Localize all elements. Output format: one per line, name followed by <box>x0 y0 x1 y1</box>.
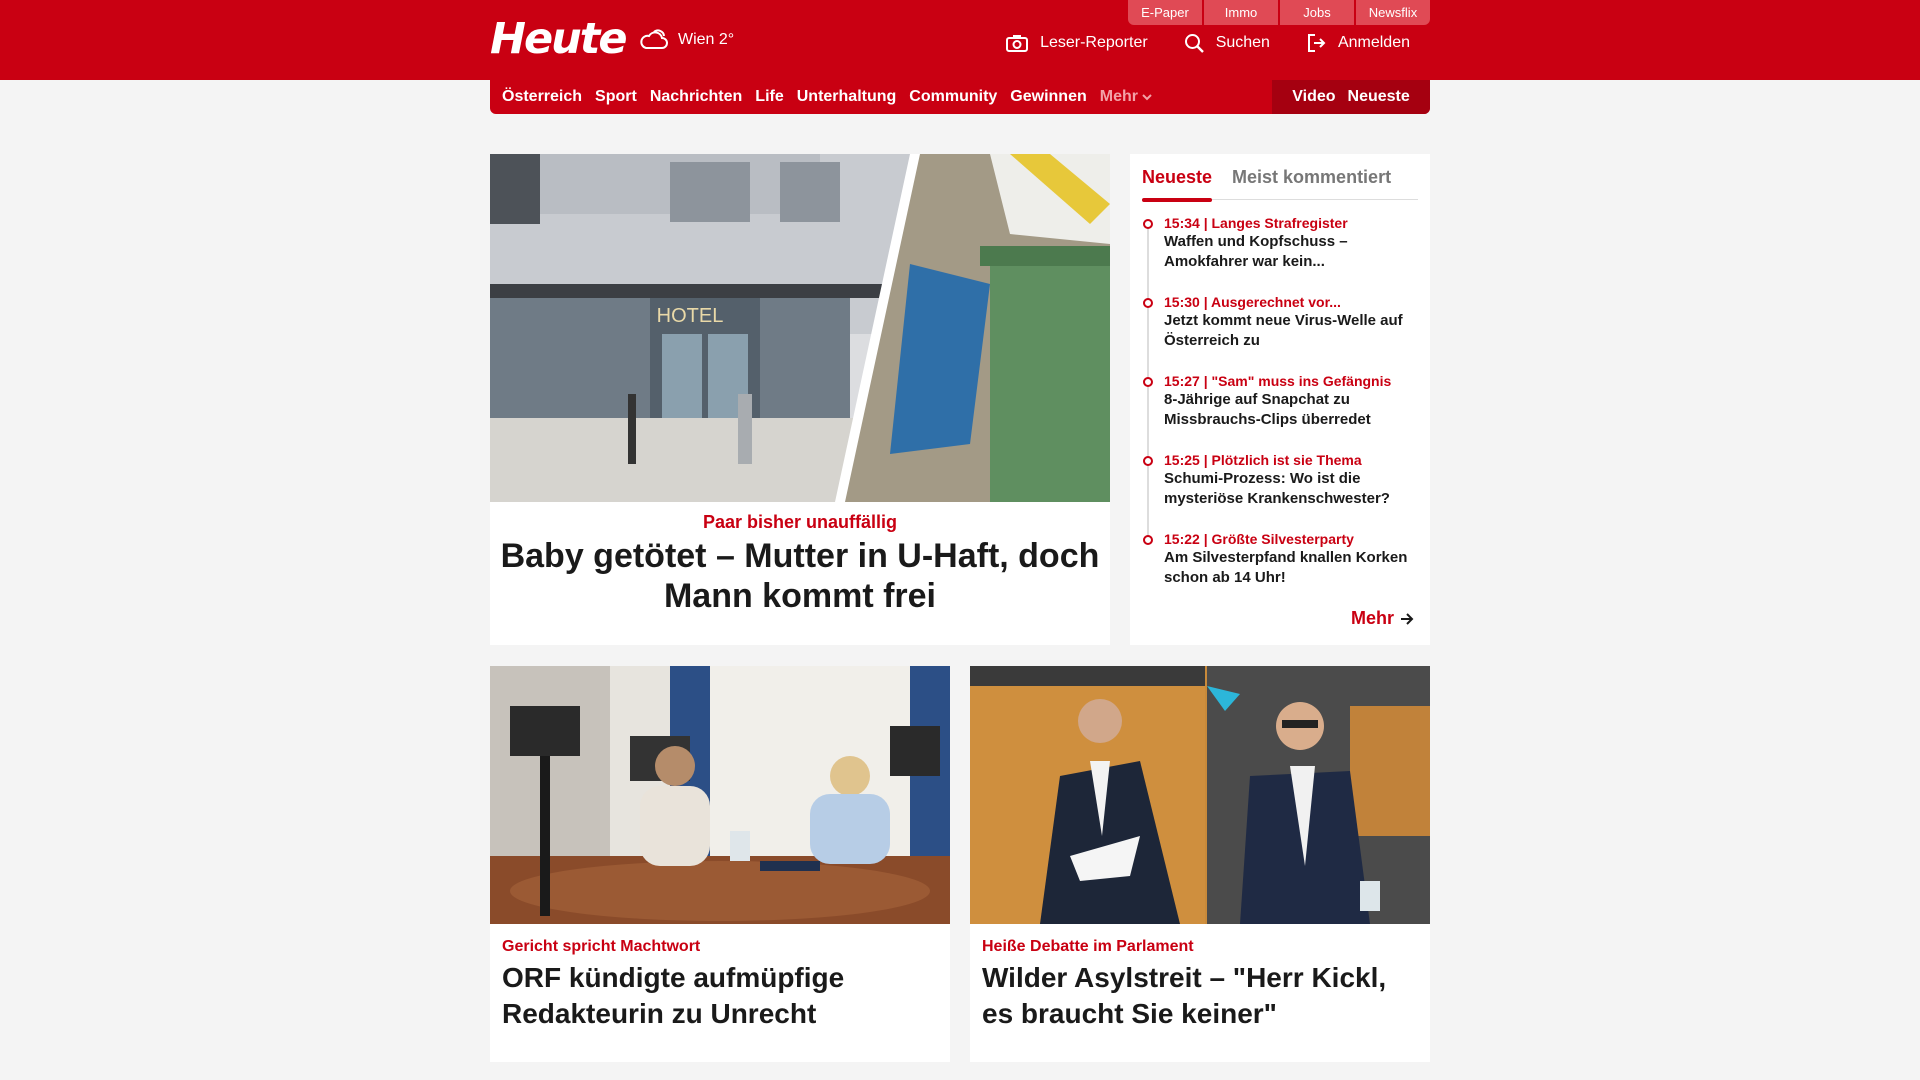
timeline-item[interactable]: 15:30 | Ausgerechnet vor... Jetzt kommt … <box>1142 293 1422 372</box>
sidebar-more-link[interactable]: Mehr <box>1351 608 1414 629</box>
main-nav: Österreich Sport Nachrichten Life Unterh… <box>490 80 1430 114</box>
header-tools: Leser-Reporter Suchen Anmelden <box>1006 33 1410 53</box>
top-link-epaper[interactable]: E-Paper <box>1128 0 1202 25</box>
nav-item-life[interactable]: Life <box>755 88 783 106</box>
login-icon <box>1307 34 1326 52</box>
news-timeline: 15:34 | Langes Strafregister Waffen und … <box>1142 214 1422 609</box>
nav-item-community[interactable]: Community <box>909 88 997 106</box>
search-icon <box>1184 34 1204 53</box>
article-card-orf[interactable]: Gericht spricht Machtwort ORF kündigte a… <box>490 666 950 1062</box>
hotel-sign-text: HOTEL <box>657 305 724 327</box>
sidebar-more-label: Mehr <box>1350 608 1394 628</box>
timeline-meta: 15:30 | Ausgerechnet vor... <box>1164 294 1341 310</box>
timeline-headline[interactable]: Schumi-Prozess: Wo ist die mysteriöse Kr… <box>1164 469 1422 509</box>
search-button[interactable]: Suchen <box>1184 33 1270 53</box>
timeline-meta: 15:25 | Plötzlich ist sie Thema <box>1164 452 1362 468</box>
camera-icon <box>1006 35 1029 52</box>
article-image <box>490 666 950 924</box>
timeline-headline[interactable]: Am Silvesterpfand knallen Korken schon a… <box>1164 548 1422 588</box>
hero-kicker: Paar bisher unauffällig <box>702 512 898 532</box>
hero-image: HOTEL <box>490 154 1110 502</box>
leser-reporter-label: Leser-Reporter <box>1040 34 1148 51</box>
nav-right-group: Video Neueste <box>1272 80 1430 114</box>
timeline-dot-icon <box>1143 456 1153 466</box>
leser-reporter-button[interactable]: Leser-Reporter <box>1006 33 1148 53</box>
article-kicker: Gericht spricht Machtwort <box>502 938 701 955</box>
timeline-item[interactable]: 15:34 | Langes Strafregister Waffen und … <box>1142 214 1422 293</box>
nav-item-nachrichten[interactable]: Nachrichten <box>650 88 742 106</box>
timeline-meta: 15:22 | Größte Silvesterparty <box>1164 531 1354 547</box>
nav-item-gewinnen[interactable]: Gewinnen <box>1010 88 1086 106</box>
top-links: E-Paper Immo Jobs Newsflix <box>1128 0 1430 25</box>
top-link-immo[interactable]: Immo <box>1204 0 1278 25</box>
timeline-dot-icon <box>1143 535 1153 545</box>
nav-more-label: Mehr <box>1099 88 1138 105</box>
article-title[interactable]: ORF kündigte aufmüpfige Redakteurin zu U… <box>502 960 942 1032</box>
hero-article[interactable]: HOTEL Paar bisher unauffällig Baby getöt… <box>490 154 1110 645</box>
search-label: Suchen <box>1215 34 1270 51</box>
timeline-item[interactable]: 15:25 | Plötzlich ist sie Thema Schumi-P… <box>1142 451 1422 530</box>
timeline-headline[interactable]: Jetzt kommt neue Virus-Welle auf Österre… <box>1164 311 1422 351</box>
timeline-dot-icon <box>1143 298 1153 308</box>
tab-neueste[interactable]: Neueste <box>1142 164 1213 202</box>
nav-item-sport[interactable]: Sport <box>595 88 637 106</box>
timeline-meta: 15:27 | "Sam" muss ins Gefängnis <box>1164 373 1392 389</box>
weather-cloud-icon <box>640 29 668 49</box>
timeline-item[interactable]: 15:22 | Größte Silvesterparty Am Silvest… <box>1142 530 1422 609</box>
nav-video[interactable]: Video <box>1292 88 1335 106</box>
article-title[interactable]: Wilder Asylstreit – "Herr Kickl, es brau… <box>982 960 1422 1032</box>
chevron-down-icon <box>1142 94 1152 101</box>
timeline-meta: 15:34 | Langes Strafregister <box>1164 215 1348 231</box>
weather-text: Wien 2° <box>678 31 735 48</box>
timeline-dot-icon <box>1143 219 1153 229</box>
site-header: Heute Wien 2° E-Paper Immo Jobs Newsflix… <box>0 0 1920 80</box>
article-kicker: Heiße Debatte im Parlament <box>982 938 1194 955</box>
article-card-asylstreit[interactable]: Heiße Debatte im Parlament Wilder Asylst… <box>970 666 1430 1062</box>
login-label: Anmelden <box>1337 34 1410 51</box>
heute-logo[interactable]: Heute <box>490 14 627 64</box>
nav-item-unterhaltung[interactable]: Unterhaltung <box>797 88 897 106</box>
article-image <box>970 666 1430 924</box>
login-button[interactable]: Anmelden <box>1306 33 1410 53</box>
tab-meist-kommentiert[interactable]: Meist kommentiert <box>1232 164 1391 200</box>
nav-item-mehr[interactable]: Mehr <box>1100 88 1152 106</box>
top-link-newsflix[interactable]: Newsflix <box>1356 0 1430 25</box>
nav-item-oesterreich[interactable]: Österreich <box>502 88 582 106</box>
sidebar-tabs: Neueste Meist kommentiert <box>1142 164 1418 202</box>
latest-news-sidebar: Neueste Meist kommentiert 15:34 | Langes… <box>1130 154 1430 645</box>
top-link-jobs[interactable]: Jobs <box>1280 0 1354 25</box>
arrow-right-icon <box>1401 612 1414 625</box>
header-inner: Heute Wien 2° E-Paper Immo Jobs Newsflix… <box>490 0 1430 80</box>
nav-list: Österreich Sport Nachrichten Life Unterh… <box>502 80 1152 114</box>
timeline-dot-icon <box>1143 377 1153 387</box>
timeline-item[interactable]: 15:27 | "Sam" muss ins Gefängnis 8-Jähri… <box>1142 372 1422 451</box>
weather-widget[interactable]: Wien 2° <box>638 26 734 54</box>
timeline-headline[interactable]: 8-Jährige auf Snapchat zu Missbrauchs-Cl… <box>1164 390 1422 430</box>
nav-neueste[interactable]: Neueste <box>1348 88 1410 106</box>
hero-title[interactable]: Baby getötet – Mutter in U-Haft, doch Ma… <box>500 536 1100 616</box>
timeline-headline[interactable]: Waffen und Kopfschuss – Amokfahrer war k… <box>1164 232 1422 272</box>
